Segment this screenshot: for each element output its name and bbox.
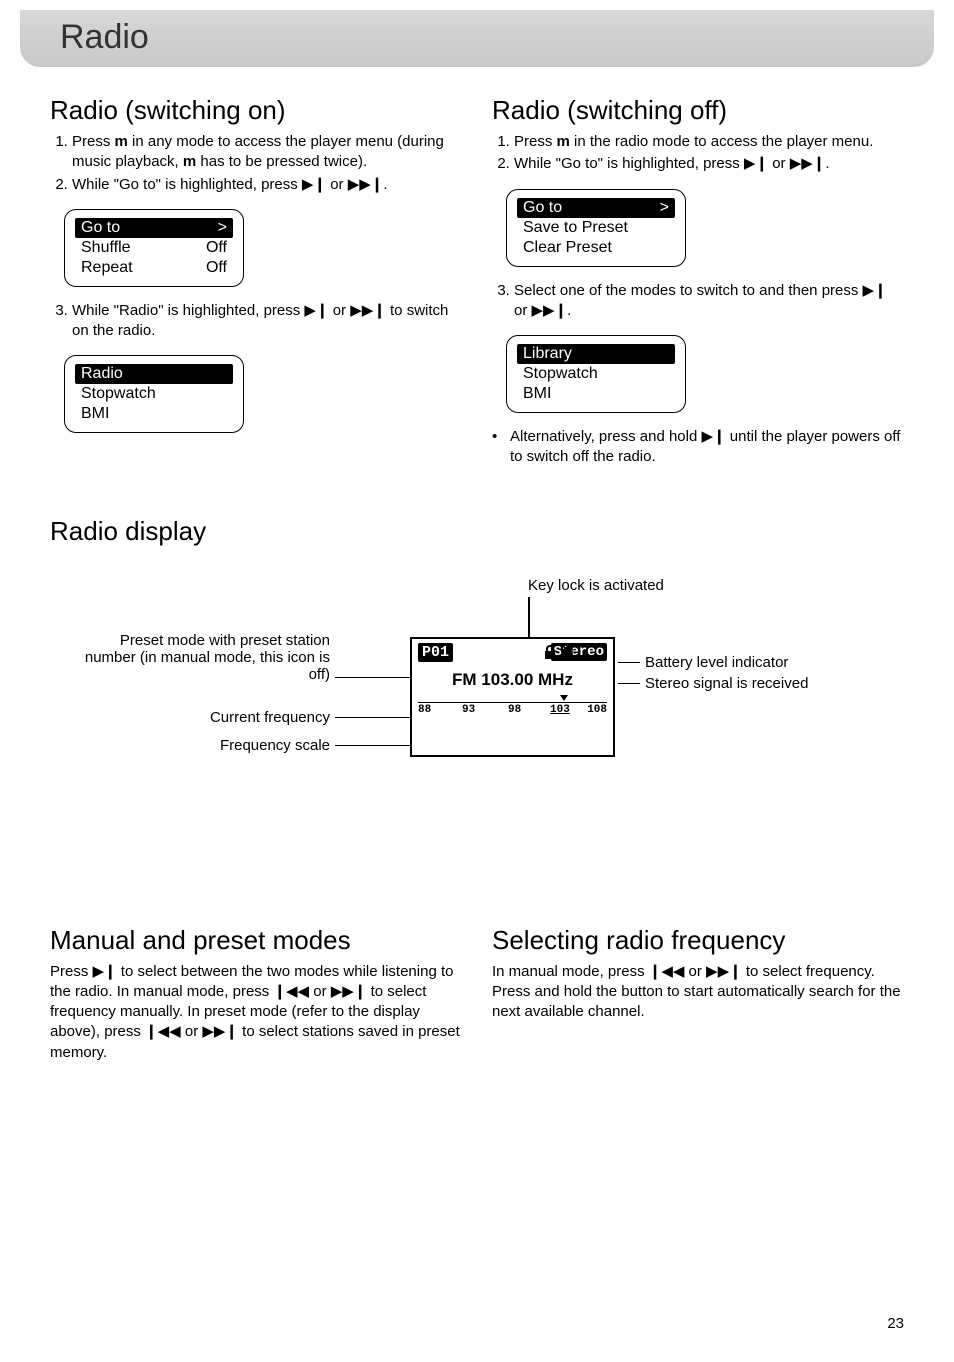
step-on-1: Press m in any mode to access the player… (72, 132, 462, 173)
menu-row-radio: Radio (75, 364, 233, 384)
menu-goto: Go to> ShuffleOff RepeatOff (64, 209, 244, 287)
step-off-3: Select one of the modes to switch to and… (514, 281, 904, 322)
menu-row-goto: Go to> (75, 218, 233, 238)
section-radio-off: Radio (switching off) (492, 95, 904, 126)
tick: 93 (462, 704, 475, 716)
scale-marker-icon (560, 695, 568, 701)
steps-off-cont: Select one of the modes to switch to and… (492, 281, 904, 322)
menu-row-repeat: RepeatOff (75, 258, 233, 278)
selecting-freq-section: Selecting radio frequency In manual mode… (492, 917, 904, 1065)
left-column: Radio (switching on) Press m in any mode… (50, 87, 462, 468)
anno-battery: Battery level indicator (645, 654, 788, 671)
menu-goto-2: Go to> Save to Preset Clear Preset (506, 189, 686, 267)
anno-scale: Frequency scale (150, 737, 330, 754)
menu-library: Library Stopwatch BMI (506, 335, 686, 413)
anno-stereo: Stereo signal is received (645, 675, 808, 692)
display-diagram: Key lock is activated Preset mode with p… (50, 577, 904, 857)
scale-line (418, 702, 607, 703)
radio-display-section: Radio display Key lock is activated Pres… (50, 508, 904, 857)
menu-row-goto-2: Go to> (517, 198, 675, 218)
menu-row-savepreset: Save to Preset (517, 218, 675, 238)
tick: 98 (508, 704, 521, 716)
menu-row-library: Library (517, 344, 675, 364)
section-selecting-freq: Selecting radio frequency (492, 925, 904, 956)
section-radio-display: Radio display (50, 516, 904, 547)
anno-current: Current frequency (130, 709, 330, 726)
menu-row-stopwatch: Stopwatch (75, 384, 233, 404)
page-number: 23 (887, 1315, 904, 1332)
menu-row-shuffle: ShuffleOff (75, 238, 233, 258)
step-on-3: While "Radio" is highlighted, press ▶❙ o… (72, 301, 462, 342)
battery-icon (561, 643, 573, 661)
preset-badge: P01 (418, 643, 453, 662)
tick: 108 (587, 704, 607, 716)
steps-on: Press m in any mode to access the player… (50, 132, 462, 195)
anno-line (335, 717, 410, 719)
anno-line (618, 683, 640, 685)
right-column: Radio (switching off) Press m in the rad… (492, 87, 904, 468)
lock-icon (543, 644, 557, 660)
frequency-scale: 88 93 98 103 108 (412, 698, 613, 726)
anno-line (618, 662, 640, 664)
tick: 88 (418, 704, 431, 716)
anno-preset: Preset mode with preset station number (… (70, 632, 330, 683)
page-content: Radio (switching on) Press m in any mode… (0, 67, 954, 1085)
menu-row-stopwatch-2: Stopwatch (517, 364, 675, 384)
menu-radio: Radio Stopwatch BMI (64, 355, 244, 433)
section-manual-modes: Manual and preset modes (50, 925, 462, 956)
manual-body: Press ▶❙ to select between the two modes… (50, 962, 462, 1063)
step-off-1: Press m in the radio mode to access the … (514, 132, 904, 152)
step-on-2: While "Go to" is highlighted, press ▶❙ o… (72, 175, 462, 195)
menu-row-bmi: BMI (75, 404, 233, 424)
steps-on-cont: While "Radio" is highlighted, press ▶❙ o… (50, 301, 462, 342)
menu-row-clearpreset: Clear Preset (517, 238, 675, 258)
lcd-screen: P01 Stereo FM 103.00 MHz 88 93 98 103 10… (410, 637, 615, 757)
tick: 103 (550, 704, 570, 716)
page-title: Radio (60, 18, 894, 57)
anno-line (335, 745, 410, 747)
section-radio-on: Radio (switching on) (50, 95, 462, 126)
frequency-text: FM 103.00 MHz (412, 670, 613, 690)
alt-note: Alternatively, press and hold ▶❙ until t… (492, 427, 904, 468)
menu-row-bmi-2: BMI (517, 384, 675, 404)
anno-line (335, 677, 410, 679)
anno-keylock: Key lock is activated (528, 577, 664, 594)
manual-preset-section: Manual and preset modes Press ▶❙ to sele… (50, 917, 462, 1065)
step-off-2: While "Go to" is highlighted, press ▶❙ o… (514, 154, 904, 174)
steps-off: Press m in the radio mode to access the … (492, 132, 904, 175)
selecting-body: In manual mode, press ❙◀◀ or ▶▶❙ to sele… (492, 962, 904, 1023)
page-header: Radio (20, 10, 934, 67)
